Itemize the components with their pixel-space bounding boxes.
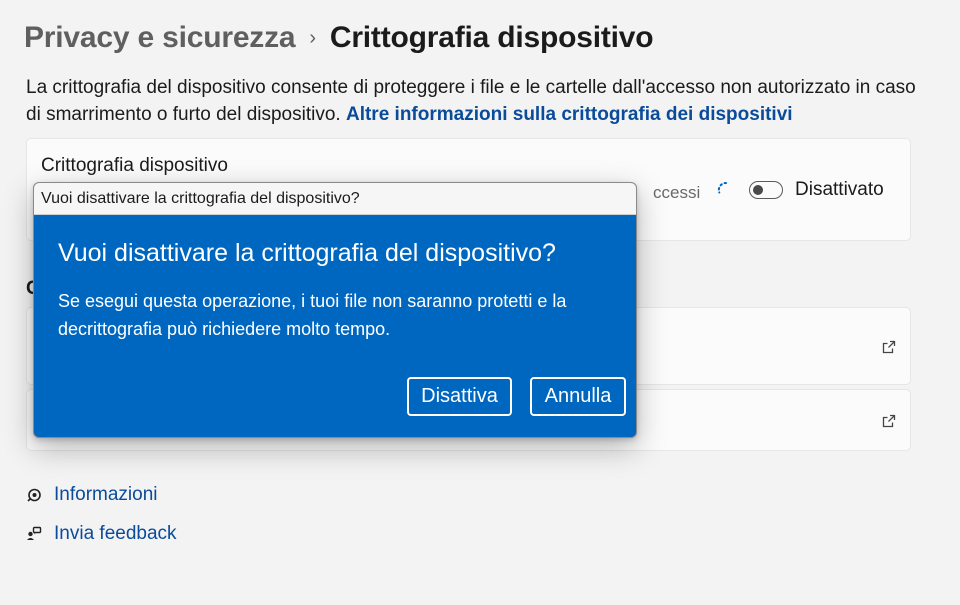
disable-button[interactable]: Disattiva bbox=[407, 377, 512, 416]
dialog-body: Se esegui questa operazione, i tuoi file… bbox=[58, 291, 567, 339]
feedback-link[interactable]: Invia feedback bbox=[26, 523, 177, 545]
toggle-knob bbox=[753, 184, 763, 195]
dialog-window-title: Vuoi disattivare la crittografia del dis… bbox=[41, 190, 360, 207]
feedback-link-label: Invia feedback bbox=[54, 523, 177, 544]
learn-more-link[interactable]: Altre informazioni sulla crittografia de… bbox=[346, 104, 793, 125]
page-title: Crittografia dispositivo bbox=[329, 21, 654, 54]
device-encryption-subtitle: ccessi bbox=[653, 183, 701, 202]
toggle-state-label: Disattivato bbox=[795, 179, 884, 200]
device-encryption-title: Crittografia dispositivo bbox=[41, 155, 228, 176]
info-link[interactable]: Informazioni bbox=[26, 484, 158, 506]
breadcrumb-parent[interactable]: Privacy e sicurezza bbox=[24, 21, 296, 55]
feedback-icon bbox=[27, 526, 42, 540]
info-help-icon bbox=[27, 488, 41, 502]
page-description: La crittografia del dispositivo consente… bbox=[26, 74, 926, 128]
breadcrumb: Privacy e sicurezza › Crittografia dispo… bbox=[24, 16, 654, 60]
dialog-titlebar[interactable]: Vuoi disattivare la crittografia del dis… bbox=[34, 183, 636, 215]
chevron-right-icon: › bbox=[309, 27, 316, 49]
device-encryption-toggle[interactable] bbox=[749, 181, 783, 199]
info-link-label: Informazioni bbox=[54, 484, 158, 505]
external-link-icon bbox=[882, 340, 896, 354]
cancel-button[interactable]: Annulla bbox=[530, 377, 626, 416]
external-link-icon bbox=[882, 414, 896, 428]
confirm-dialog: Vuoi disattivare la crittografia del dis… bbox=[33, 182, 637, 438]
dialog-heading: Vuoi disattivare la crittografia del dis… bbox=[58, 239, 556, 267]
loading-spinner-icon bbox=[717, 181, 727, 194]
